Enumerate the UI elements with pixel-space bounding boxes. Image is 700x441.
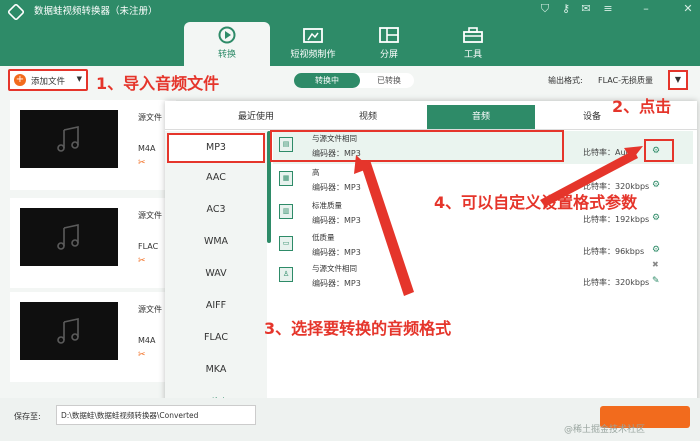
feedback-icon[interactable]: ✉ [578, 2, 594, 15]
file-list: 源文件 M4A ✂ 源文件 FLAC ✂ 源文件 M4A ✂ [0, 94, 176, 398]
output-format-label: 输出格式: [548, 76, 583, 85]
annotation-step3: 3、选择要转换的音频格式 [264, 319, 452, 338]
watermark: @稀土掘金技术社区 [564, 425, 646, 435]
format-list: MP3 AAC AC3 WMA WAV AIFF FLAC MKA ⌕ 搜索 [165, 131, 267, 421]
file-format: FLAC [138, 242, 159, 251]
output-format-value[interactable]: FLAC-无损质量 [598, 75, 653, 86]
preset-name: 低质量 [312, 233, 335, 242]
tab-converted[interactable]: 已转换 [364, 73, 414, 88]
annotation-step2: 2、点击 [612, 97, 672, 116]
plus-icon: + [14, 74, 26, 86]
list-item[interactable]: 源文件 M4A ✂ [10, 100, 176, 190]
list-item[interactable]: 源文件 FLAC ✂ [10, 198, 176, 288]
gear-icon[interactable]: ⚙ [652, 245, 660, 255]
format-item-aac[interactable]: AAC [165, 163, 267, 193]
tab-split-screen-label: 分屏 [379, 50, 398, 60]
highlight-box-preset [270, 130, 564, 162]
tab-video-making[interactable]: 短视频制作 [270, 22, 356, 66]
save-path-field[interactable]: D:\数据蛙\数据蛙视频转换器\Converted [56, 405, 256, 425]
close-icon[interactable]: ✕ [680, 2, 696, 15]
preset-row[interactable]: ▭ 低质量 编码器：MP3 比特率：96kbps ⚙ [273, 230, 693, 263]
preset-row[interactable]: ♙ 与源文件相同 编码器：MP3 比特率：320kbps ✖ ✎ [273, 260, 693, 294]
format-item-wav[interactable]: WAV [165, 259, 267, 289]
music-note-icon [57, 126, 79, 152]
key-icon[interactable]: ⚷ [558, 2, 574, 15]
chevron-down-icon[interactable]: ▼ [77, 75, 82, 83]
split-screen-icon [379, 27, 399, 43]
preset-standard-icon: ▥ [279, 204, 293, 219]
preset-name: 标准质量 [312, 201, 342, 210]
file-format: M4A [138, 144, 156, 153]
format-item-flac[interactable]: FLAC [165, 323, 267, 353]
music-note-icon [57, 224, 79, 250]
edit-icon[interactable]: ✂ [138, 350, 146, 360]
tab-split-screen[interactable]: 分屏 [346, 22, 432, 66]
tab-tools-label: 工具 [463, 50, 482, 60]
video-making-icon [303, 28, 323, 43]
annotation-step1: 1、导入音频文件 [96, 74, 220, 93]
format-item-wma[interactable]: WMA [165, 227, 267, 257]
preset-name: 与源文件相同 [312, 264, 357, 273]
tab-recent[interactable]: 最近使用 [201, 105, 311, 129]
list-item[interactable]: 源文件 M4A ✂ [10, 292, 176, 382]
toolbox-icon [463, 27, 483, 43]
preset-encoder: 编码器：MP3 [312, 183, 361, 192]
edit-icon[interactable]: ✂ [138, 158, 146, 168]
file-thumbnail [20, 110, 118, 168]
annotation-step4: 4、可以自定义设置格式参数 [434, 193, 638, 212]
preset-high-icon: ▦ [279, 171, 293, 186]
save-to-label: 保存至: [14, 412, 41, 421]
menu-icon[interactable]: ≡ [600, 2, 616, 15]
gear-icon[interactable]: ⚙ [652, 213, 660, 223]
gear-icon[interactable]: ⚙ [652, 180, 660, 190]
tab-video-making-label: 短视频制作 [290, 50, 336, 60]
tab-converting[interactable]: 转换中 [294, 73, 360, 88]
preset-custom-user-icon: ♙ [279, 267, 293, 282]
tab-tools[interactable]: 工具 [430, 22, 516, 66]
tab-video[interactable]: 视频 [311, 105, 425, 129]
minimize-icon[interactable]: – [638, 2, 654, 15]
format-item-aiff[interactable]: AIFF [165, 291, 267, 321]
format-item-mka[interactable]: MKA [165, 355, 267, 385]
preset-bitrate: 比特率：96kbps [583, 247, 645, 256]
file-thumbnail [20, 208, 118, 266]
preset-low-icon: ▭ [279, 236, 293, 251]
format-item-mp3[interactable]: MP3 [167, 133, 265, 163]
preset-bitrate: 比特率：192kbps [583, 215, 650, 224]
highlight-box-settings [644, 139, 674, 162]
close-icon[interactable]: ✖ [652, 260, 659, 269]
preset-encoder: 编码器：MP3 [312, 279, 361, 288]
add-file-button[interactable]: + 添加文件 ▼ [8, 69, 88, 91]
preset-name: 高 [312, 168, 320, 177]
output-format-dropdown-button[interactable]: ▼ [668, 70, 688, 90]
tab-convert[interactable]: 转换 [184, 22, 270, 66]
preset-encoder: 编码器：MP3 [312, 216, 361, 225]
file-format: M4A [138, 336, 156, 345]
tab-convert-label: 转换 [217, 50, 236, 60]
file-thumbnail [20, 302, 118, 360]
add-file-label: 添加文件 [31, 77, 66, 87]
cart-icon[interactable]: ⛉ [537, 2, 553, 16]
edit-icon[interactable]: ✂ [138, 256, 146, 266]
app-title: 数据蛙视频转换器（未注册） [34, 6, 158, 17]
format-item-ac3[interactable]: AC3 [165, 195, 267, 225]
edit-icon[interactable]: ✎ [652, 276, 660, 286]
preset-bitrate: 比特率：320kbps [583, 278, 650, 287]
preset-bitrate: 比特率：Auto [583, 148, 634, 157]
tab-audio[interactable]: 音频 [427, 105, 535, 129]
status-segment: 转换中 已转换 [294, 73, 414, 88]
music-note-icon [57, 318, 79, 344]
title-bar: 数据蛙视频转换器（未注册） ⛉ ⚷ ✉ ≡ – ✕ 转换 短视频制作 分屏 工具 [0, 0, 700, 66]
preset-encoder: 编码器：MP3 [312, 248, 361, 257]
app-logo-icon [6, 2, 26, 22]
convert-icon [218, 26, 236, 44]
